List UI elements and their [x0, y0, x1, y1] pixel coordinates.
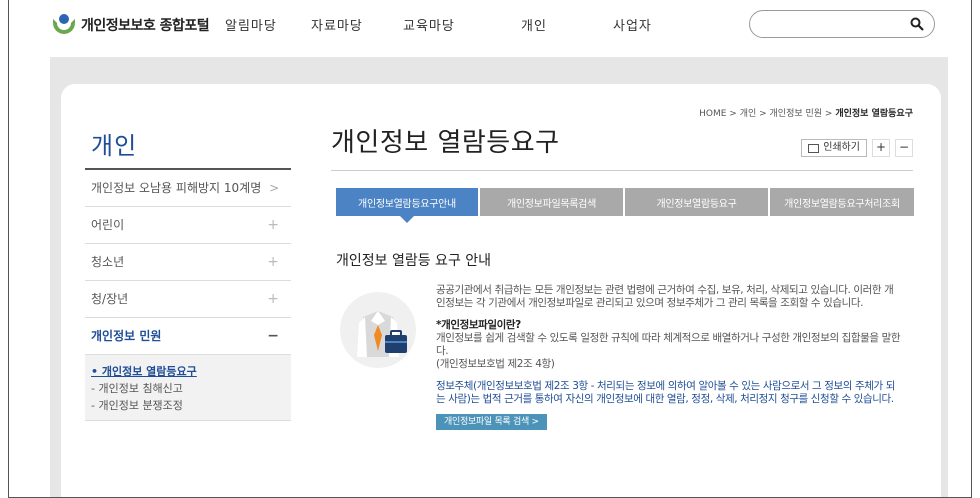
logo-icon — [53, 14, 75, 36]
tab-bar: 개인정보열람등요구안내 개인정보파일목록검색 개인정보열람등요구 개인정보열람등… — [336, 188, 916, 223]
sidebar-title: 개인 — [91, 132, 138, 160]
guide-content: 공공기관에서 취급하는 모든 개인정보는 관련 법령에 근거하여 수집, 보유,… — [436, 284, 902, 430]
search-box — [749, 10, 935, 38]
sidebar-item-teens[interactable]: 청소년 + — [85, 244, 291, 281]
sidebar-item-label: 개인정보 민원 — [91, 329, 162, 343]
page-title: 개인정보 열람등요구 — [331, 128, 560, 158]
chevron-right-icon: > — [269, 181, 280, 195]
definition-reference: (개인정보보호법 제2조 4항) — [436, 358, 555, 370]
breadcrumb-path[interactable]: HOME > 개인 > 개인정보 민원 > — [699, 109, 835, 119]
nav-education[interactable]: 교육마당 — [403, 15, 503, 34]
sidebar-item-adults[interactable]: 청/장년 + — [85, 281, 291, 318]
nav-business[interactable]: 사업자 — [593, 15, 673, 34]
breadcrumb-current: 개인정보 열람등요구 — [835, 109, 913, 119]
sidebar-menu: 개인정보 오남용 피해방지 10계명 > 어린이 + 청소년 + 청/장년 + … — [85, 168, 291, 421]
submenu-item-access-request[interactable]: • 개인정보 열람등요구 — [85, 363, 291, 380]
plus-icon: + — [267, 217, 279, 233]
definition-heading: *개인정보파일이란? — [436, 319, 521, 331]
file-list-search-button[interactable]: 개인정보파일 목록 검색 > — [436, 414, 547, 430]
submenu-item-infringement-report[interactable]: - 개인정보 침해신고 — [85, 380, 291, 397]
tab-request-status[interactable]: 개인정보열람등요구처리조회 — [770, 188, 914, 216]
tab-access-request[interactable]: 개인정보열람등요구 — [625, 188, 768, 216]
definition-text: 개인정보를 쉽게 검색할 수 있도록 일정한 규칙에 따라 체계적으로 배열하거… — [436, 332, 901, 357]
sidebar-item-label: 청/장년 — [91, 292, 129, 306]
zoom-out-button[interactable]: − — [895, 139, 913, 157]
intro-paragraph: 공공기관에서 취급하는 모든 개인정보는 관련 법령에 근거하여 수집, 보유,… — [436, 284, 894, 309]
sidebar-item-label: 청소년 — [91, 255, 125, 269]
logo-text: 개인정보보호 종합포털 — [81, 18, 210, 34]
tab-file-list-search[interactable]: 개인정보파일목록검색 — [480, 188, 623, 216]
site-logo[interactable]: 개인정보보호 종합포털 — [53, 12, 210, 38]
print-button[interactable]: 인쇄하기 — [801, 139, 867, 157]
submenu-item-dispute-mediation[interactable]: - 개인정보 분쟁조정 — [85, 397, 291, 414]
minus-icon: − — [267, 328, 279, 344]
top-navigation: 개인정보보호 종합포털 알림마당 자료마당 교육마당 개인 사업자 — [9, 0, 971, 50]
print-label: 인쇄하기 — [823, 142, 860, 153]
breadcrumb: HOME > 개인 > 개인정보 민원 > 개인정보 열람등요구 — [699, 106, 913, 119]
nav-personal[interactable]: 개인 — [503, 15, 593, 34]
sidebar-item-complaints[interactable]: 개인정보 민원 − — [85, 318, 291, 355]
browser-frame: 개인정보보호 종합포털 알림마당 자료마당 교육마당 개인 사업자 개인 개인정… — [8, 0, 972, 498]
search-icon[interactable] — [910, 17, 924, 31]
nav-notice[interactable]: 알림마당 — [225, 15, 311, 34]
zoom-in-button[interactable]: + — [872, 139, 890, 157]
sidebar-item-children[interactable]: 어린이 + — [85, 207, 291, 244]
person-briefcase-illustration — [340, 292, 416, 368]
main-nav: 알림마당 자료마당 교육마당 개인 사업자 — [225, 15, 673, 34]
sidebar-item-misuse-prevention[interactable]: 개인정보 오남용 피해방지 10계명 > — [85, 170, 291, 207]
plus-icon: + — [267, 291, 279, 307]
plus-icon: + — [267, 254, 279, 270]
content-card: 개인 개인정보 오남용 피해방지 10계명 > 어린이 + 청소년 + 청/장년… — [61, 84, 941, 497]
page-tools: 인쇄하기 + − — [801, 139, 913, 157]
section-title: 개인정보 열람등 요구 안내 — [336, 253, 492, 269]
search-input[interactable] — [762, 15, 902, 33]
title-divider — [331, 170, 913, 171]
sidebar-item-label: 개인정보 오남용 피해방지 10계명 — [91, 181, 262, 195]
data-subject-paragraph: 정보주체(개인정보보호법 제2조 3항 - 처리되는 정보에 의하여 알아볼 수… — [436, 380, 895, 405]
printer-icon — [808, 143, 820, 153]
tab-access-request-guide[interactable]: 개인정보열람등요구안내 — [336, 188, 478, 223]
nav-resources[interactable]: 자료마당 — [311, 15, 403, 34]
sidebar-submenu: • 개인정보 열람등요구 - 개인정보 침해신고 - 개인정보 분쟁조정 — [85, 355, 291, 421]
sidebar-item-label: 어린이 — [91, 218, 125, 232]
